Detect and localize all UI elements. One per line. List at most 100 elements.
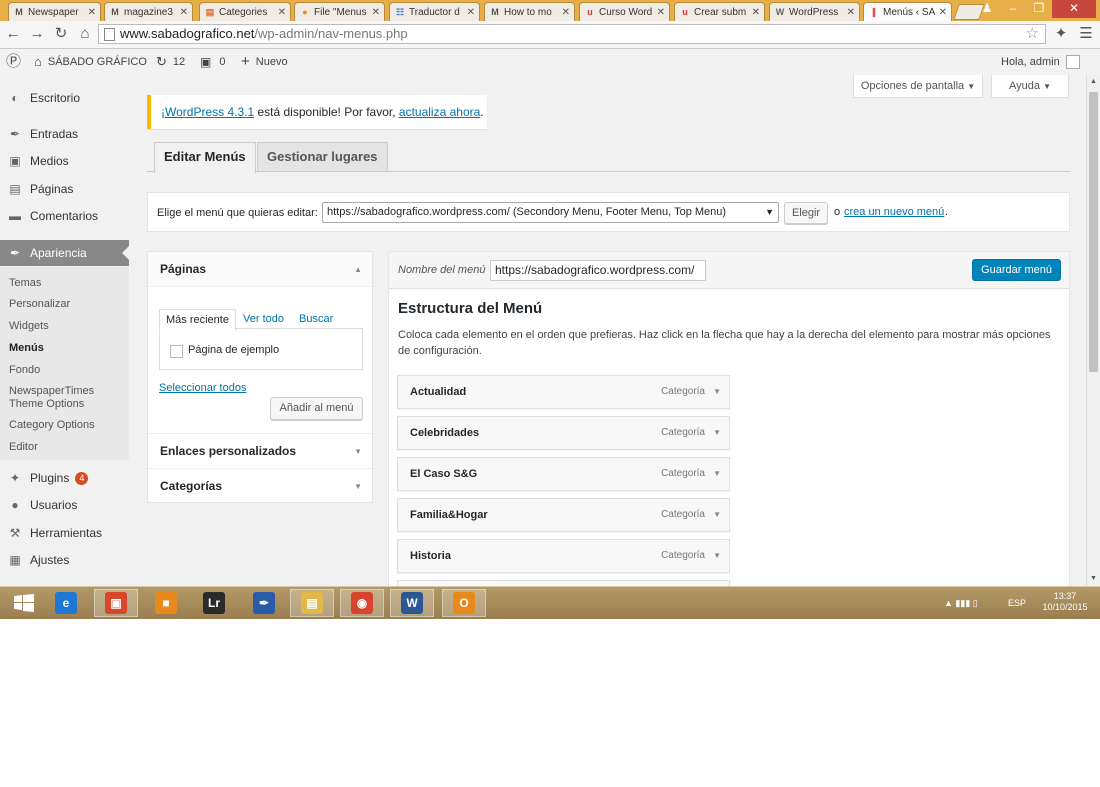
- browser-tab[interactable]: u Curso Word ✕: [579, 2, 670, 21]
- expand-arrow-icon[interactable]: ▼: [713, 540, 721, 572]
- screen-options-button[interactable]: Opciones de pantalla ▼: [853, 75, 983, 98]
- browser-tab[interactable]: M How to mo ✕: [484, 2, 575, 21]
- taskbar-app[interactable]: O: [442, 589, 486, 617]
- sidebar-item-entradas[interactable]: ✒ Entradas: [0, 121, 129, 147]
- submenu-category-options[interactable]: Category Options: [9, 419, 95, 432]
- browser-tab[interactable]: ▤ Categories ✕: [199, 2, 291, 21]
- taskbar-app[interactable]: ▣: [94, 589, 138, 617]
- menu-item[interactable]: El Caso S&G Categoría ▼: [397, 457, 730, 491]
- back-button[interactable]: ←: [4, 25, 22, 43]
- select-all-link[interactable]: Seleccionar todos: [159, 382, 246, 394]
- browser-tab[interactable]: Mmagazine3 ✕: [104, 2, 193, 21]
- scroll-up-arrow-icon[interactable]: ▲: [1087, 75, 1100, 89]
- taskbar-app[interactable]: W: [390, 589, 434, 617]
- save-menu-button[interactable]: Guardar menú: [972, 259, 1061, 281]
- submenu-menus[interactable]: Menús: [9, 342, 44, 355]
- menu-item[interactable]: Celebridades Categoría ▼: [397, 416, 730, 450]
- menu-item[interactable]: Actualidad Categoría ▼: [397, 375, 730, 409]
- account-link[interactable]: Hola, admin: [1001, 49, 1080, 75]
- tab-close-icon[interactable]: ✕: [88, 7, 96, 18]
- taskbar-app[interactable]: ▤: [290, 589, 334, 617]
- sidebar-item-usuarios[interactable]: ● Usuarios: [0, 492, 129, 518]
- choose-menu-button[interactable]: Elegir: [784, 202, 828, 224]
- site-name-link[interactable]: ⌂ SÁBADO GRÁFICO: [34, 49, 147, 75]
- reload-button[interactable]: ↻: [52, 25, 70, 43]
- submenu-temas[interactable]: Temas: [9, 277, 41, 290]
- menu-item[interactable]: Familia&Hogar Categoría ▼: [397, 498, 730, 532]
- taskbar-app[interactable]: e: [44, 589, 88, 617]
- page-checkbox[interactable]: [170, 345, 183, 358]
- tab-close-icon[interactable]: ✕: [752, 7, 760, 18]
- menu-name-input[interactable]: https://sabadografico.wordpress.com/: [490, 260, 706, 281]
- tab-manage-locations[interactable]: Gestionar lugares: [257, 142, 388, 172]
- language-indicator[interactable]: ESP: [1008, 598, 1026, 619]
- browser-tab[interactable]: u Crear subm ✕: [674, 2, 765, 21]
- expand-arrow-icon[interactable]: ▼: [713, 458, 721, 490]
- browser-tab[interactable]: ☷ Traductor d ✕: [389, 2, 480, 21]
- taskbar-app[interactable]: ◉: [340, 589, 384, 617]
- address-bar[interactable]: www.sabadografico.net/wp-admin/nav-menus…: [98, 24, 1046, 44]
- browser-tab[interactable]: W WordPress ✕: [769, 2, 860, 21]
- submenu-personalizar[interactable]: Personalizar: [9, 298, 70, 311]
- maximize-button[interactable]: ❐: [1026, 0, 1052, 18]
- home-button[interactable]: ⌂: [76, 25, 94, 43]
- sidebar-item-ajustes[interactable]: ▦ Ajustes: [0, 547, 129, 573]
- person-icon[interactable]: ♟: [974, 0, 1000, 18]
- tab-close-icon[interactable]: ✕: [467, 7, 475, 18]
- update-now-link[interactable]: actualiza ahora: [399, 105, 480, 119]
- chrome-menu-icon[interactable]: ☰: [1077, 25, 1095, 43]
- tab-close-icon[interactable]: ✕: [939, 7, 947, 18]
- clock[interactable]: 13:37 10/10/2015: [1040, 591, 1090, 619]
- expand-arrow-icon[interactable]: ▼: [713, 417, 721, 449]
- sidebar-item-herramientas[interactable]: ⚒ Herramientas: [0, 520, 129, 546]
- close-window-button[interactable]: ✕: [1052, 0, 1096, 18]
- page-scrollbar[interactable]: ▲ ▼: [1086, 75, 1100, 586]
- minimize-button[interactable]: –: [1000, 0, 1026, 18]
- tab-close-icon[interactable]: ✕: [657, 7, 665, 18]
- start-button[interactable]: [2, 589, 46, 617]
- browser-tab[interactable]: M Newspaper ✕: [8, 2, 101, 21]
- comments-link[interactable]: ▣ 0: [200, 49, 225, 75]
- browser-tab[interactable]: ● File "Menus ✕: [294, 2, 385, 21]
- tray-icons[interactable]: ▲ ▮▮▮ ▯: [944, 598, 978, 619]
- create-new-menu-link[interactable]: crea un nuevo menú: [844, 206, 944, 218]
- submenu-widgets[interactable]: Widgets: [9, 320, 49, 333]
- tab-view-all[interactable]: Ver todo: [237, 309, 290, 329]
- tab-close-icon[interactable]: ✕: [278, 7, 286, 18]
- taskbar-app[interactable]: Lr: [192, 589, 236, 617]
- taskbar-app[interactable]: ■: [144, 589, 188, 617]
- submenu-newspapertimes-theme-options[interactable]: NewspaperTimes Theme Options: [9, 385, 94, 411]
- tab-close-icon[interactable]: ✕: [180, 7, 188, 18]
- taskbar-app[interactable]: ✒: [242, 589, 286, 617]
- pages-section-header[interactable]: Páginas ▲: [148, 252, 372, 287]
- sidebar-item-plugins[interactable]: ✦ Plugins 4: [0, 465, 129, 491]
- tab-edit-menus[interactable]: Editar Menús: [154, 142, 256, 173]
- expand-arrow-icon[interactable]: ▼: [713, 499, 721, 531]
- add-to-menu-button[interactable]: Añadir al menú: [270, 397, 363, 420]
- forward-button[interactable]: →: [28, 25, 46, 43]
- sidebar-item-comentarios[interactable]: ▬ Comentarios: [0, 203, 129, 229]
- new-content-link[interactable]: + Nuevo: [241, 49, 288, 75]
- sidebar-item-medios[interactable]: ▣ Medios: [0, 148, 129, 174]
- sidebar-item-paginas[interactable]: ▤ Páginas: [0, 176, 129, 202]
- scroll-thumb[interactable]: [1089, 92, 1098, 372]
- categories-section-header[interactable]: Categorías ▼: [148, 468, 372, 503]
- tab-search[interactable]: Buscar: [293, 309, 339, 329]
- submenu-editor[interactable]: Editor: [9, 441, 38, 454]
- tab-most-recent[interactable]: Más reciente: [159, 309, 236, 331]
- menu-select-dropdown[interactable]: https://sabadografico.wordpress.com/ (Se…: [322, 202, 779, 223]
- expand-arrow-icon[interactable]: ▼: [713, 376, 721, 408]
- sidebar-item-escritorio[interactable]: ◐ Escritorio: [0, 85, 129, 111]
- sidebar-item-apariencia[interactable]: ✒ Apariencia: [0, 240, 129, 266]
- wordpress-version-link[interactable]: ¡WordPress 4.3.1: [161, 105, 254, 119]
- wordpress-logo-icon[interactable]: Ⓟ: [6, 49, 21, 75]
- bookmark-star-icon[interactable]: ☆: [1026, 25, 1039, 43]
- submenu-fondo[interactable]: Fondo: [9, 364, 40, 377]
- updates-link[interactable]: ↻ 12: [156, 49, 185, 75]
- tab-close-icon[interactable]: ✕: [372, 7, 380, 18]
- menu-item[interactable]: Historia Categoría ▼: [397, 539, 730, 573]
- tab-close-icon[interactable]: ✕: [562, 7, 570, 18]
- scroll-down-arrow-icon[interactable]: ▼: [1087, 572, 1100, 586]
- custom-links-section-header[interactable]: Enlaces personalizados ▼: [148, 433, 372, 468]
- tab-close-icon[interactable]: ✕: [847, 7, 855, 18]
